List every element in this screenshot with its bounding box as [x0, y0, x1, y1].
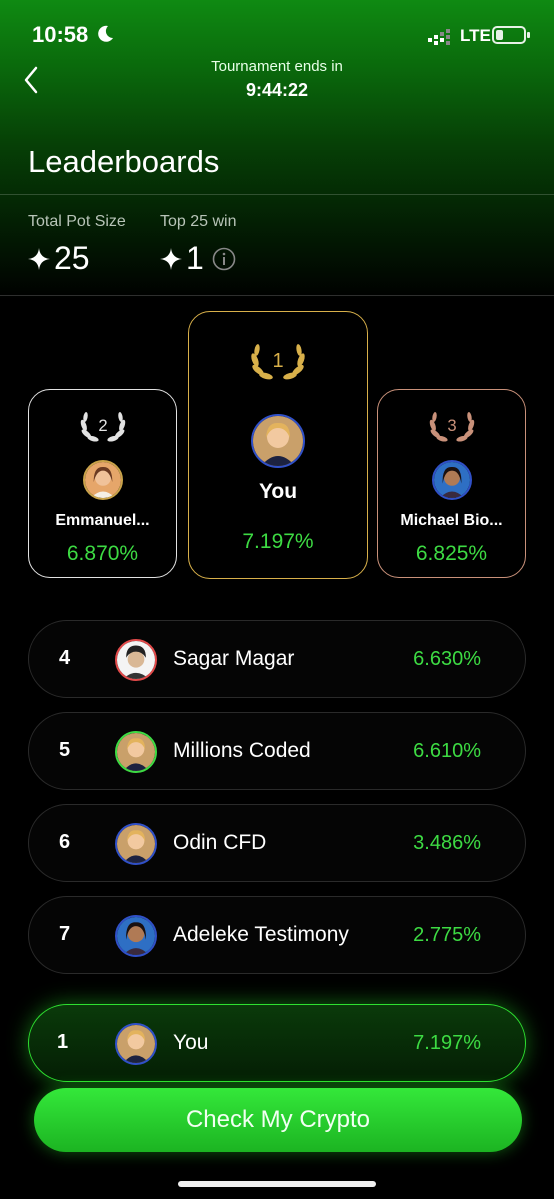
- leaderboard-row[interactable]: 7 Adeleke Testimony 2.775%: [28, 896, 526, 974]
- avatar: [115, 731, 157, 773]
- avatar: [115, 915, 157, 957]
- row-rank: 4: [59, 647, 71, 669]
- battery-icon: [492, 26, 530, 44]
- pot-label: Total Pot Size: [28, 213, 126, 230]
- tournament-timer: 9:44:22: [245, 80, 309, 100]
- podium-third[interactable]: 3 Michael Bio... 6.825%: [377, 389, 526, 578]
- row-name: Adeleke Testimony: [173, 923, 349, 946]
- podium-third-name: Michael Bio...: [400, 512, 503, 529]
- podium-third-rank: 3: [447, 416, 456, 435]
- laurel-gold-icon: 1: [251, 344, 305, 380]
- row-pct: 7.197%: [413, 1032, 481, 1054]
- row-pct: 2.775%: [413, 924, 481, 946]
- divider: [0, 295, 554, 296]
- info-icon[interactable]: [212, 247, 236, 271]
- sparkle-icon: [28, 247, 50, 270]
- check-my-crypto-button[interactable]: Check My Crypto: [34, 1088, 522, 1152]
- pot-value: 25: [28, 240, 90, 277]
- row-rank: 7: [59, 923, 71, 945]
- tournament-label: Tournament ends in: [211, 58, 343, 75]
- leaderboard-row[interactable]: 5 Millions Coded 6.610%: [28, 712, 526, 790]
- row-pct: 3.486%: [413, 832, 481, 854]
- laurel-bronze-icon: 3: [429, 412, 474, 442]
- top-win-amount: 1: [186, 240, 204, 276]
- row-rank: 1: [57, 1031, 69, 1053]
- signal-icon: [428, 29, 450, 45]
- avatar: [432, 460, 472, 500]
- pot-amount: 25: [54, 240, 90, 276]
- podium-second-pct: 6.870%: [66, 542, 139, 565]
- row-pct: 6.630%: [413, 648, 481, 670]
- divider: [0, 194, 554, 195]
- moon-icon: [98, 25, 113, 42]
- page-title: Leaderboards: [28, 144, 220, 179]
- top-win-label: Top 25 win: [160, 213, 237, 230]
- podium-first-name: You: [258, 480, 298, 503]
- top-win-value: 1: [160, 240, 236, 277]
- row-name: You: [173, 1031, 209, 1054]
- avatar: [115, 823, 157, 865]
- podium-second[interactable]: 2 Emmanuel... 6.870%: [28, 389, 177, 578]
- leaderboard-row[interactable]: 4 Sagar Magar 6.630%: [28, 620, 526, 698]
- my-rank-row[interactable]: 1 You 7.197%: [28, 1004, 526, 1082]
- avatar: [115, 639, 157, 681]
- podium-second-name: Emmanuel...: [55, 512, 150, 529]
- podium-second-rank: 2: [98, 416, 107, 435]
- row-pct: 6.610%: [413, 740, 481, 762]
- leaderboard-row[interactable]: 6 Odin CFD 3.486%: [28, 804, 526, 882]
- home-indicator[interactable]: [178, 1181, 376, 1187]
- row-rank: 6: [59, 831, 71, 853]
- laurel-silver-icon: 2: [80, 412, 125, 442]
- row-name: Sagar Magar: [173, 647, 295, 670]
- avatar: [115, 1023, 157, 1065]
- podium-first-rank: 1: [272, 350, 283, 372]
- row-rank: 5: [59, 739, 71, 761]
- sparkle-icon: [160, 247, 182, 270]
- podium-first[interactable]: 1 You 7.197%: [188, 311, 368, 579]
- clock: 10:58: [32, 22, 89, 47]
- row-name: Odin CFD: [173, 831, 267, 854]
- avatar: [251, 414, 305, 468]
- network-label: LTE: [460, 26, 491, 45]
- podium-first-pct: 7.197%: [242, 530, 314, 553]
- podium-third-pct: 6.825%: [415, 542, 488, 565]
- avatar: [83, 460, 123, 500]
- row-name: Millions Coded: [173, 739, 311, 762]
